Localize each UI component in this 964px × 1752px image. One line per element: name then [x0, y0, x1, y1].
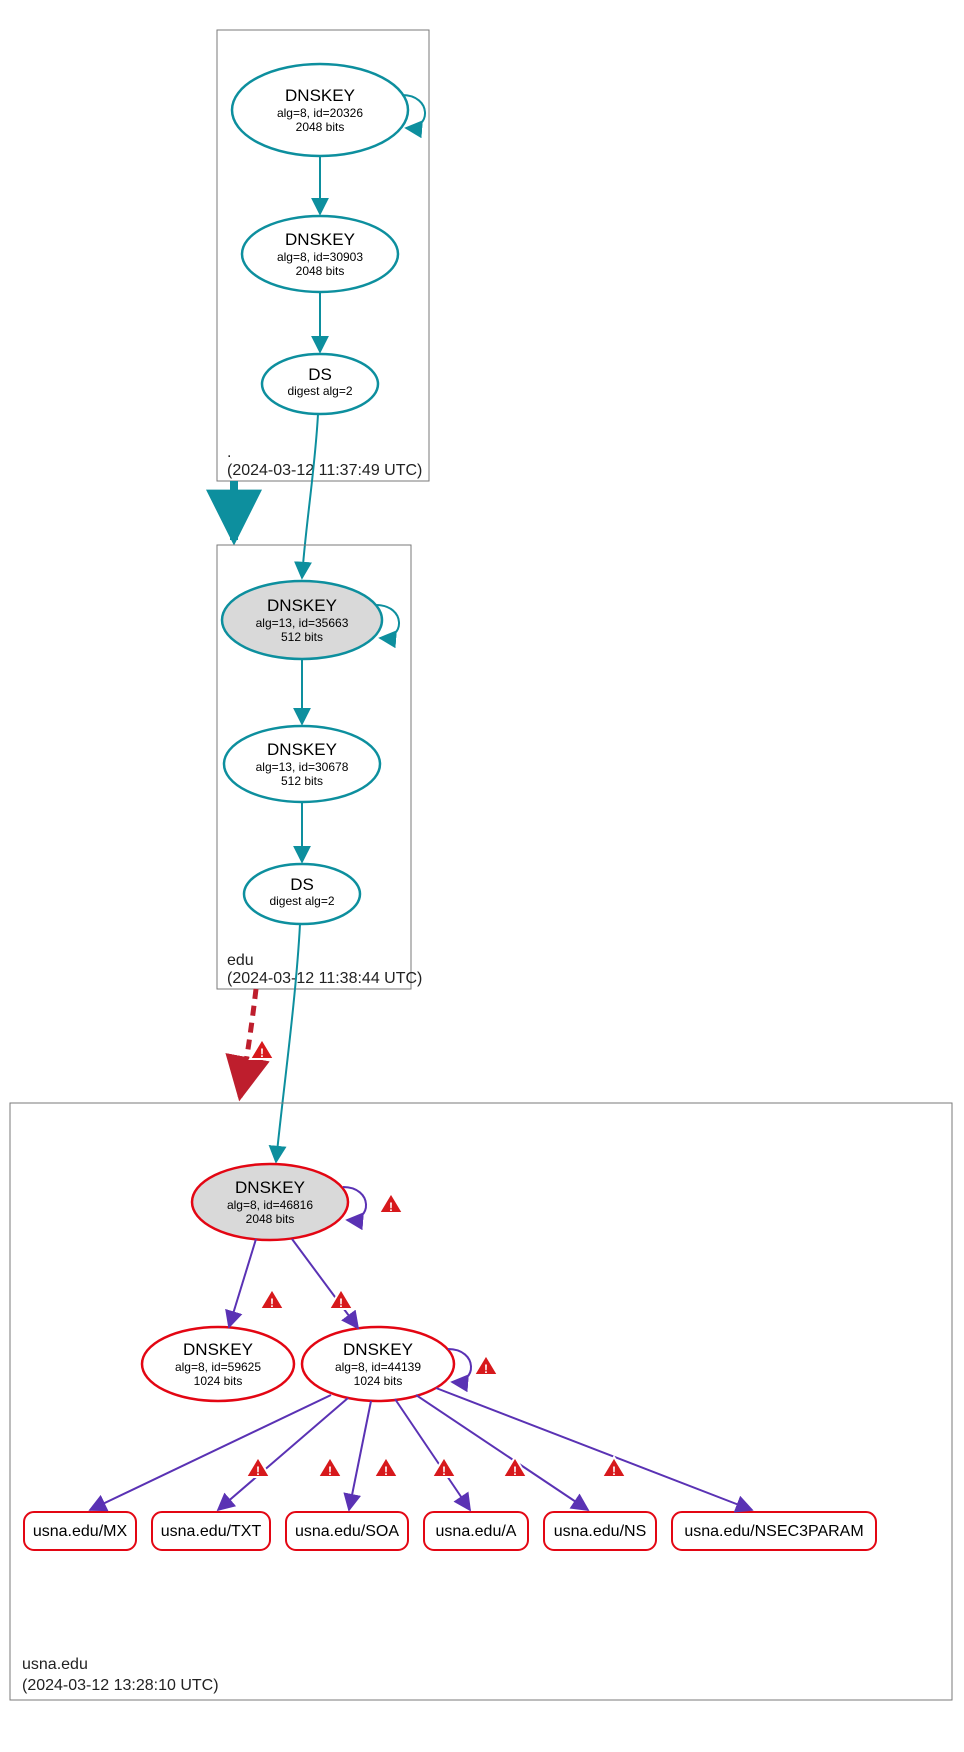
node-root-zsk: DNSKEY alg=8, id=30903 2048 bits: [242, 216, 398, 292]
svg-text:512 bits: 512 bits: [281, 630, 323, 644]
edge-zsk2-txt: [218, 1398, 348, 1510]
leaf-n3p: usna.edu/NSEC3PARAM: [672, 1512, 876, 1550]
svg-text:DNSKEY: DNSKEY: [267, 740, 337, 759]
edge-delegation-edu-usna: [240, 989, 256, 1097]
svg-text:!: !: [384, 1464, 388, 1478]
node-edu-ksk: DNSKEY alg=13, id=35663 512 bits: [222, 581, 382, 659]
svg-text:usna.edu/MX: usna.edu/MX: [33, 1523, 128, 1540]
warning-icon: !: [318, 1457, 342, 1478]
svg-text:1024 bits: 1024 bits: [194, 1374, 243, 1388]
svg-text:usna.edu/NSEC3PARAM: usna.edu/NSEC3PARAM: [684, 1523, 863, 1540]
dnssec-graph: . (2024-03-12 11:37:49 UTC) DNSKEY alg=8…: [0, 0, 964, 1752]
zone-usna: usna.edu (2024-03-12 13:28:10 UTC) DNSKE…: [10, 1103, 952, 1700]
zone-timestamp: (2024-03-12 13:28:10 UTC): [22, 1677, 219, 1694]
svg-text:!: !: [389, 1200, 393, 1214]
svg-text:2048 bits: 2048 bits: [296, 264, 345, 278]
node-root-ds: DS digest alg=2: [262, 354, 378, 414]
leaf-a: usna.edu/A: [424, 1512, 528, 1550]
svg-text:!: !: [513, 1464, 517, 1478]
svg-text:digest alg=2: digest alg=2: [269, 894, 334, 908]
svg-text:!: !: [256, 1464, 260, 1478]
svg-text:alg=13, id=35663: alg=13, id=35663: [256, 616, 349, 630]
zone-root: . (2024-03-12 11:37:49 UTC) DNSKEY alg=8…: [217, 30, 429, 481]
svg-text:alg=8, id=30903: alg=8, id=30903: [277, 250, 363, 264]
edge-usna-ksk-zsk2: [292, 1239, 358, 1328]
svg-text:usna.edu/A: usna.edu/A: [436, 1523, 517, 1540]
warning-icon: !: [474, 1355, 498, 1376]
svg-text:!: !: [442, 1464, 446, 1478]
warning-icons: !!!!!!!!!!!: [246, 1039, 626, 1478]
node-root-ksk: DNSKEY alg=8, id=20326 2048 bits: [232, 64, 408, 156]
node-usna-zsk2: DNSKEY alg=8, id=44139 1024 bits: [302, 1327, 454, 1401]
edge-zsk2-n3p: [436, 1388, 752, 1510]
edge-root-ds-edu-ksk: [302, 414, 318, 578]
zone-label: usna.edu: [22, 1656, 88, 1673]
svg-text:!: !: [612, 1464, 616, 1478]
svg-text:usna.edu/TXT: usna.edu/TXT: [161, 1523, 262, 1540]
edge-edu-ds-usna-ksk: [276, 924, 300, 1162]
svg-text:DS: DS: [290, 875, 314, 894]
zone-label: .: [227, 444, 231, 461]
edge-usna-ksk-zsk1: [229, 1239, 256, 1327]
svg-text:1024 bits: 1024 bits: [354, 1374, 403, 1388]
edge-zsk2-ns: [416, 1395, 588, 1510]
svg-text:2048 bits: 2048 bits: [246, 1212, 295, 1226]
svg-text:!: !: [339, 1296, 343, 1310]
svg-text:alg=8, id=59625: alg=8, id=59625: [175, 1360, 261, 1374]
svg-text:DS: DS: [308, 365, 332, 384]
leaf-soa: usna.edu/SOA: [286, 1512, 408, 1550]
node-edu-zsk: DNSKEY alg=13, id=30678 512 bits: [224, 726, 380, 802]
node-edu-ds: DS digest alg=2: [244, 864, 360, 924]
svg-text:512 bits: 512 bits: [281, 774, 323, 788]
warning-icon: !: [374, 1457, 398, 1478]
zone-edu: edu (2024-03-12 11:38:44 UTC) DNSKEY alg…: [217, 545, 422, 989]
svg-text:DNSKEY: DNSKEY: [343, 1340, 413, 1359]
svg-text:alg=8, id=44139: alg=8, id=44139: [335, 1360, 421, 1374]
node-usna-zsk1: DNSKEY alg=8, id=59625 1024 bits: [142, 1327, 294, 1401]
edge-zsk2-mx: [90, 1395, 331, 1510]
zone-label: edu: [227, 952, 254, 969]
svg-text:alg=8, id=46816: alg=8, id=46816: [227, 1198, 313, 1212]
svg-text:2048 bits: 2048 bits: [296, 120, 345, 134]
svg-text:DNSKEY: DNSKEY: [285, 230, 355, 249]
svg-text:DNSKEY: DNSKEY: [235, 1178, 305, 1197]
svg-text:usna.edu/SOA: usna.edu/SOA: [295, 1523, 399, 1540]
leaf-mx: usna.edu/MX: [24, 1512, 136, 1550]
leaf-txt: usna.edu/TXT: [152, 1512, 270, 1550]
warning-icon: !: [250, 1039, 274, 1060]
node-usna-ksk: DNSKEY alg=8, id=46816 2048 bits: [192, 1164, 348, 1240]
svg-text:digest alg=2: digest alg=2: [287, 384, 352, 398]
zone-timestamp: (2024-03-12 11:38:44 UTC): [227, 970, 422, 987]
svg-text:!: !: [260, 1046, 264, 1060]
warning-icon: !: [379, 1193, 403, 1214]
zone-timestamp: (2024-03-12 11:37:49 UTC): [227, 462, 422, 479]
svg-text:!: !: [484, 1362, 488, 1376]
edge-zsk2-soa: [349, 1401, 371, 1510]
svg-text:!: !: [328, 1464, 332, 1478]
svg-text:usna.edu/NS: usna.edu/NS: [554, 1523, 647, 1540]
svg-text:!: !: [270, 1296, 274, 1310]
svg-text:alg=8, id=20326: alg=8, id=20326: [277, 106, 363, 120]
svg-text:DNSKEY: DNSKEY: [285, 86, 355, 105]
svg-text:alg=13, id=30678: alg=13, id=30678: [256, 760, 349, 774]
svg-text:DNSKEY: DNSKEY: [183, 1340, 253, 1359]
warning-icon: !: [260, 1289, 284, 1310]
svg-text:DNSKEY: DNSKEY: [267, 596, 337, 615]
leaf-ns: usna.edu/NS: [544, 1512, 656, 1550]
edge-zsk2-a: [395, 1399, 470, 1510]
